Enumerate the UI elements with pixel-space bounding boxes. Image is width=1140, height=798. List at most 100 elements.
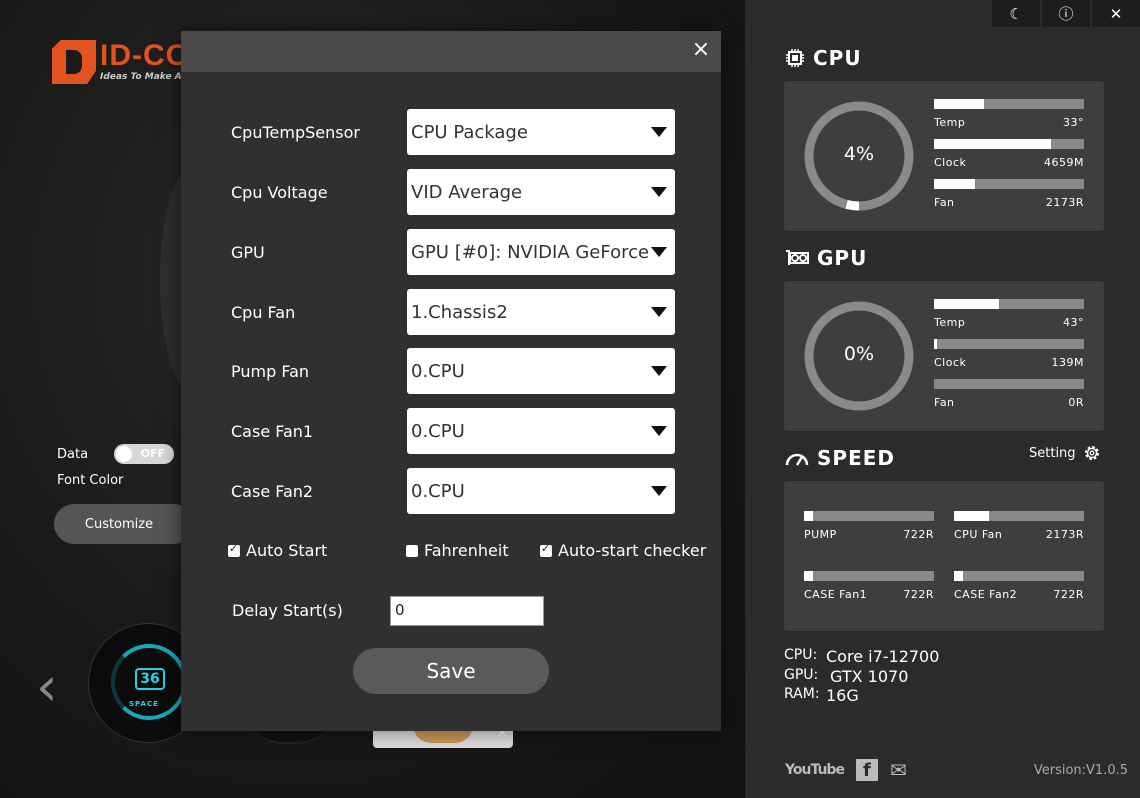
gpu-title: GPU	[817, 246, 868, 270]
case-fan1-speed: CASE Fan1 722R	[804, 571, 934, 601]
checkbox-label: Auto-start checker	[558, 541, 707, 560]
field-label: Cpu Voltage	[231, 182, 328, 202]
select-value: 0.CPU	[411, 360, 465, 382]
field-label: Pump Fan	[231, 361, 310, 381]
gpu-fan-metric: Fan 0R	[934, 379, 1084, 409]
prev-theme-arrow-icon[interactable]: ‹	[36, 655, 58, 718]
case-fan1-speed-bar	[804, 571, 814, 581]
gear-icon	[1084, 446, 1099, 460]
metric-value: 0R	[1068, 396, 1084, 409]
speed-label: PUMP	[804, 528, 837, 541]
select-value: GPU [#0]: NVIDIA GeForce GTX 1070	[411, 241, 655, 263]
select-value: VID Average	[411, 181, 523, 203]
window-controls: ☾ ⓘ ✕	[990, 0, 1140, 27]
pump-fan-select[interactable]: 0.CPU	[407, 348, 675, 394]
checkbox-box	[540, 542, 552, 557]
metric-label: Clock	[934, 356, 967, 369]
save-button[interactable]: Save	[353, 648, 549, 694]
cpu-temp-bar	[934, 99, 984, 109]
sysinfo-value: GTX 1070	[830, 667, 909, 686]
sysinfo-value: Core i7-12700	[826, 647, 940, 666]
metric-value: 139M	[1051, 356, 1084, 369]
app-window: ID-COO Ideas To Make A Data OFF Font Col…	[0, 0, 1140, 798]
field-cpu-temp-sensor: CpuTempSensor CPU Package	[231, 109, 676, 155]
speed-setting-button[interactable]: Setting	[1029, 444, 1101, 462]
toggle-knob	[116, 446, 133, 462]
field-label: CpuTempSensor	[231, 122, 360, 142]
close-icon[interactable]: ✕	[1092, 0, 1140, 27]
dropdown-caret-icon	[651, 366, 667, 376]
dropdown-caret-icon	[651, 486, 667, 496]
field-gpu: GPU GPU [#0]: NVIDIA GeForce GTX 1070	[231, 229, 676, 275]
cpu-card: 4% Temp 33° Clock 4659M Fan 2173R	[784, 81, 1104, 231]
metric-label: Clock	[934, 156, 967, 169]
speed-value: 722R	[903, 528, 934, 541]
case-fan2-speed-bar	[954, 571, 964, 581]
cpu-fan-metric: Fan 2173R	[934, 179, 1084, 209]
field-case-fan2: Case Fan2 0.CPU	[231, 468, 676, 514]
case-fan2-speed: CASE Fan2 722R	[954, 571, 1084, 601]
logo-icon	[52, 40, 96, 84]
field-label: GPU	[231, 242, 265, 262]
field-label: Case Fan1	[231, 421, 314, 441]
metric-label: Temp	[934, 116, 966, 129]
setting-label: Setting	[1029, 445, 1076, 461]
speed-title: SPEED	[817, 446, 895, 470]
speed-value: 722R	[903, 588, 934, 601]
customize-button[interactable]: Customize	[54, 504, 194, 544]
cpu-fan-bar	[934, 179, 975, 189]
data-toggle[interactable]: OFF	[114, 444, 175, 464]
case-fan2-select[interactable]: 0.CPU	[407, 468, 675, 514]
metric-value: 33°	[1063, 116, 1084, 129]
cpu-temp-sensor-select[interactable]: CPU Package	[407, 109, 675, 155]
youtube-icon[interactable]: YouTube	[785, 762, 845, 778]
speedometer-icon	[785, 453, 809, 466]
pump-speed: PUMP 722R	[804, 511, 934, 541]
select-value: 0.CPU	[411, 420, 465, 442]
field-label: Case Fan2	[231, 481, 314, 501]
speed-value: 722R	[1053, 588, 1084, 601]
info-icon[interactable]: ⓘ	[1042, 0, 1090, 27]
case-fan1-select[interactable]: 0.CPU	[407, 408, 675, 454]
auto-start-checker-checkbox[interactable]: Auto-start checker	[540, 541, 706, 560]
metric-label: Temp	[934, 316, 966, 329]
field-pump-fan: Pump Fan 0.CPU	[231, 348, 676, 394]
dropdown-caret-icon	[651, 247, 667, 257]
dropdown-caret-icon	[651, 307, 667, 317]
gpu-card: 0% Temp 43° Clock 139M Fan 0R	[784, 281, 1104, 431]
pump-speed-bar	[804, 511, 814, 521]
metric-label: Fan	[934, 396, 955, 409]
moon-icon[interactable]: ☾	[992, 0, 1040, 27]
gpu-clock-bar	[934, 339, 937, 349]
gpu-clock-metric: Clock 139M	[934, 339, 1084, 369]
field-case-fan1: Case Fan1 0.CPU	[231, 408, 676, 454]
cpu-voltage-select[interactable]: VID Average	[407, 169, 675, 215]
dropdown-caret-icon	[651, 426, 667, 436]
cpu-temp-metric: Temp 33°	[934, 99, 1084, 129]
facebook-icon[interactable]: f	[855, 759, 878, 781]
cpu-fan-select[interactable]: 1.Chassis2	[407, 289, 675, 335]
speed-card: PUMP 722R CPU Fan 2173R CASE Fan1 722R CASE…	[784, 481, 1104, 631]
cpu-title: CPU	[813, 46, 862, 70]
theme-caption: SPACE	[129, 700, 159, 708]
sysinfo-key: RAM:	[784, 686, 820, 702]
sysinfo-key: CPU:	[784, 647, 818, 663]
fahrenheit-checkbox[interactable]: Fahrenheit	[406, 541, 509, 560]
metric-value: 4659M	[1044, 156, 1084, 169]
social-links: YouTube f ✉	[785, 758, 919, 782]
auto-start-checkbox[interactable]: Auto Start	[228, 541, 327, 560]
gpu-card-icon	[786, 250, 809, 265]
cpu-fan-speed-bar	[954, 511, 990, 521]
dropdown-caret-icon	[651, 187, 667, 197]
gpu-temp-metric: Temp 43°	[934, 299, 1084, 329]
mail-icon[interactable]: ✉	[890, 758, 907, 782]
gpu-usage-value: 0%	[843, 343, 875, 365]
delay-start-input[interactable]: 0	[390, 596, 544, 626]
data-label: Data	[57, 446, 89, 462]
dialog-close-icon[interactable]: ×	[689, 37, 713, 63]
speed-label: CASE Fan1	[804, 588, 868, 601]
gpu-select[interactable]: GPU [#0]: NVIDIA GeForce GTX 1070	[407, 229, 675, 275]
checkbox-label: Auto Start	[246, 541, 328, 560]
speed-label: CASE Fan2	[954, 588, 1018, 601]
delay-start-label: Delay Start(s)	[232, 601, 343, 620]
